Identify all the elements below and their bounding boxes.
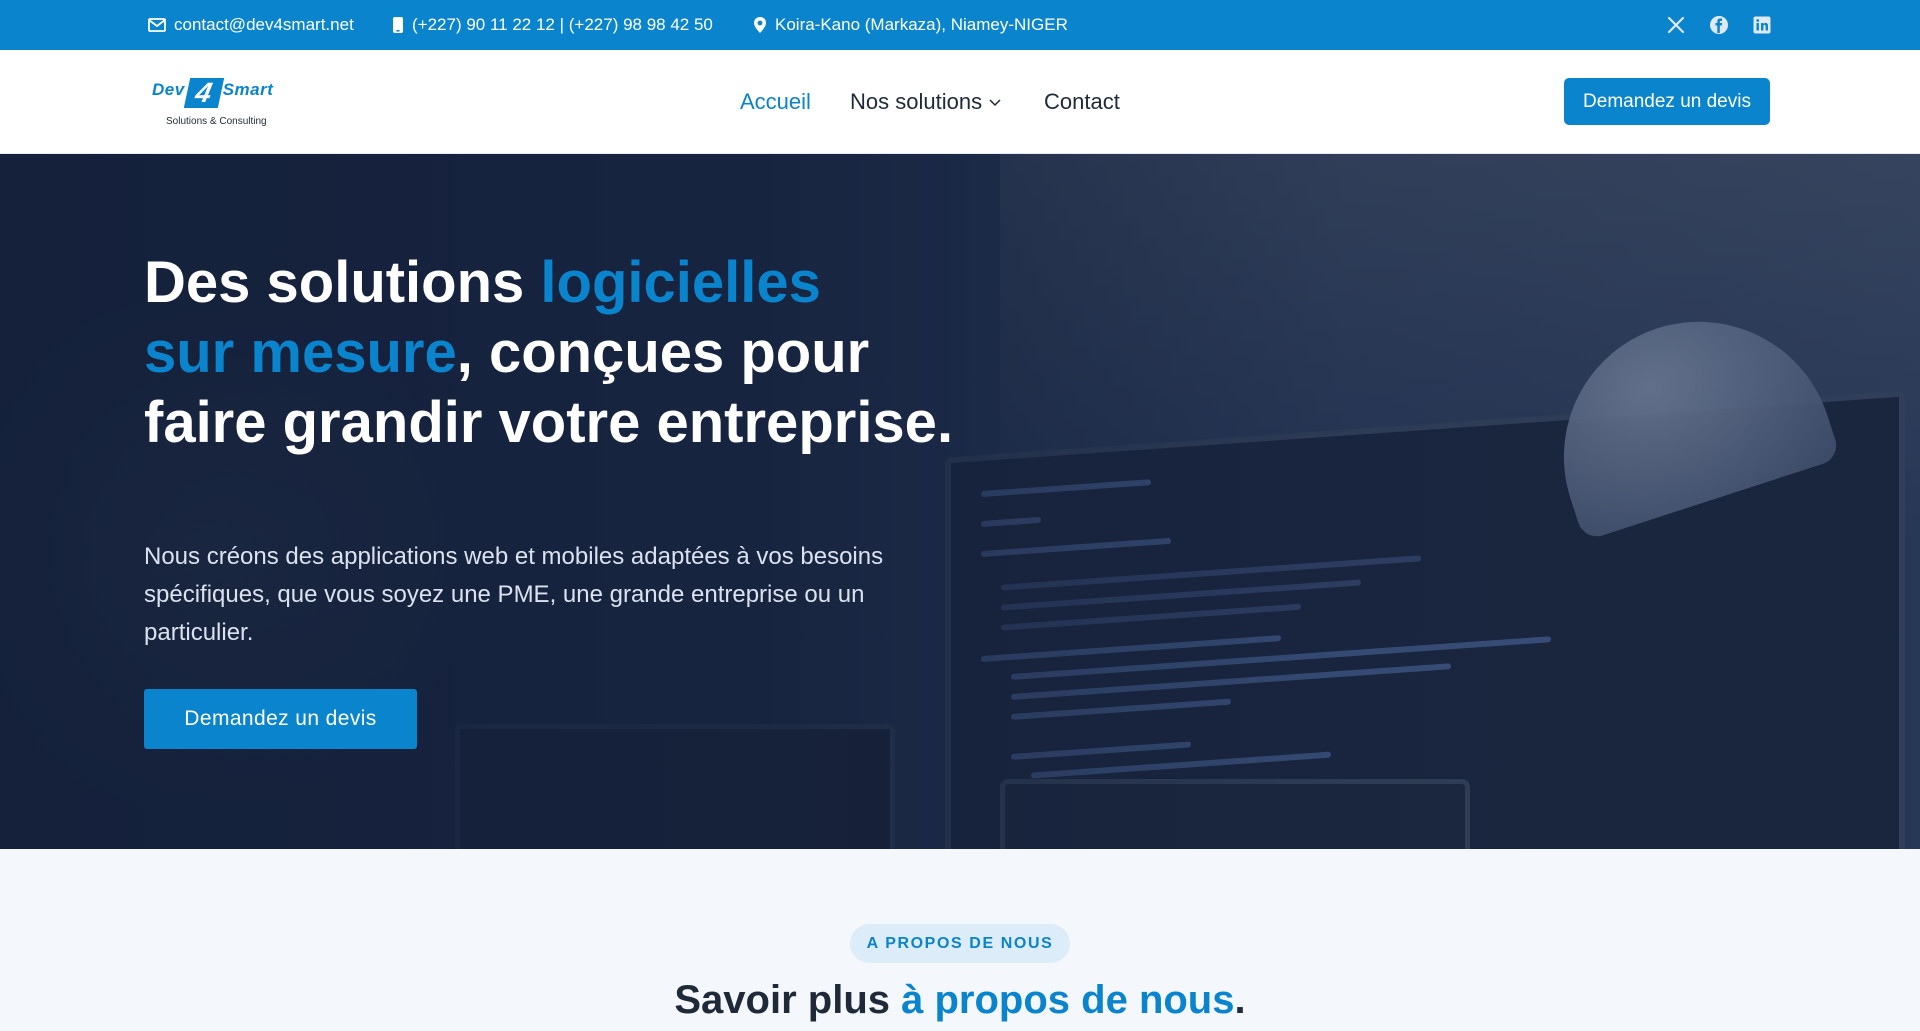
mail-icon xyxy=(148,18,166,32)
nav-item-contact-wrap: Contact xyxy=(1044,50,1120,154)
logo-wordmark: Dev 4 Smart xyxy=(152,77,274,108)
hero-quote-button[interactable]: Demandez un devis xyxy=(144,689,417,749)
nav-item-solutions-wrap: Nos solutions xyxy=(850,50,1002,154)
header-quote-button[interactable]: Demandez un devis xyxy=(1564,78,1770,125)
hero-title: Des solutions logicielles sur mesure, con… xyxy=(144,250,954,455)
address-text: Koira-Kano (Markaza), Niamey-NIGER xyxy=(775,15,1068,34)
chevron-down-icon xyxy=(989,99,1001,107)
hero-title-highlight-second: sur mesure xyxy=(144,320,457,385)
nav-item-solutions-label: Nos solutions xyxy=(850,89,983,114)
nav-item-contact[interactable]: Contact xyxy=(1044,89,1120,115)
nav-item-accueil-wrap: Accueil xyxy=(740,50,811,154)
nav-item-solutions[interactable]: Nos solutions xyxy=(850,89,1002,115)
facebook-icon[interactable] xyxy=(1707,13,1731,37)
phone-icon xyxy=(393,17,403,33)
top-contact-bar: contact@dev4smart.net (+227) 90 11 22 12… xyxy=(0,0,1920,50)
about-badge: A PROPOS DE NOUS xyxy=(850,924,1070,963)
logo[interactable]: Dev 4 Smart Solutions & Consulting xyxy=(148,70,288,132)
location-pin-icon xyxy=(754,17,766,33)
email-contact[interactable]: contact@dev4smart.net xyxy=(148,0,354,50)
logo-tagline: Solutions & Consulting xyxy=(166,116,267,127)
x-icon[interactable] xyxy=(1664,13,1688,37)
phone-contact[interactable]: (+227) 90 11 22 12 | (+227) 98 98 42 50 xyxy=(392,0,713,50)
about-title: Savoir plus à propos de nous. xyxy=(674,978,1246,1022)
linkedin-icon[interactable] xyxy=(1750,13,1774,37)
hero-title-highlight: logicielles xyxy=(540,250,821,315)
about-title-highlight: à propos de nous xyxy=(901,978,1235,1022)
hero-subtitle: Nous créons des applications web et mobi… xyxy=(144,543,884,646)
nav-item-accueil[interactable]: Accueil xyxy=(740,89,811,115)
email-text: contact@dev4smart.net xyxy=(174,15,354,34)
phone-text: (+227) 90 11 22 12 | (+227) 98 98 42 50 xyxy=(412,15,713,34)
address-contact: Koira-Kano (Markaza), Niamey-NIGER xyxy=(753,0,1068,50)
